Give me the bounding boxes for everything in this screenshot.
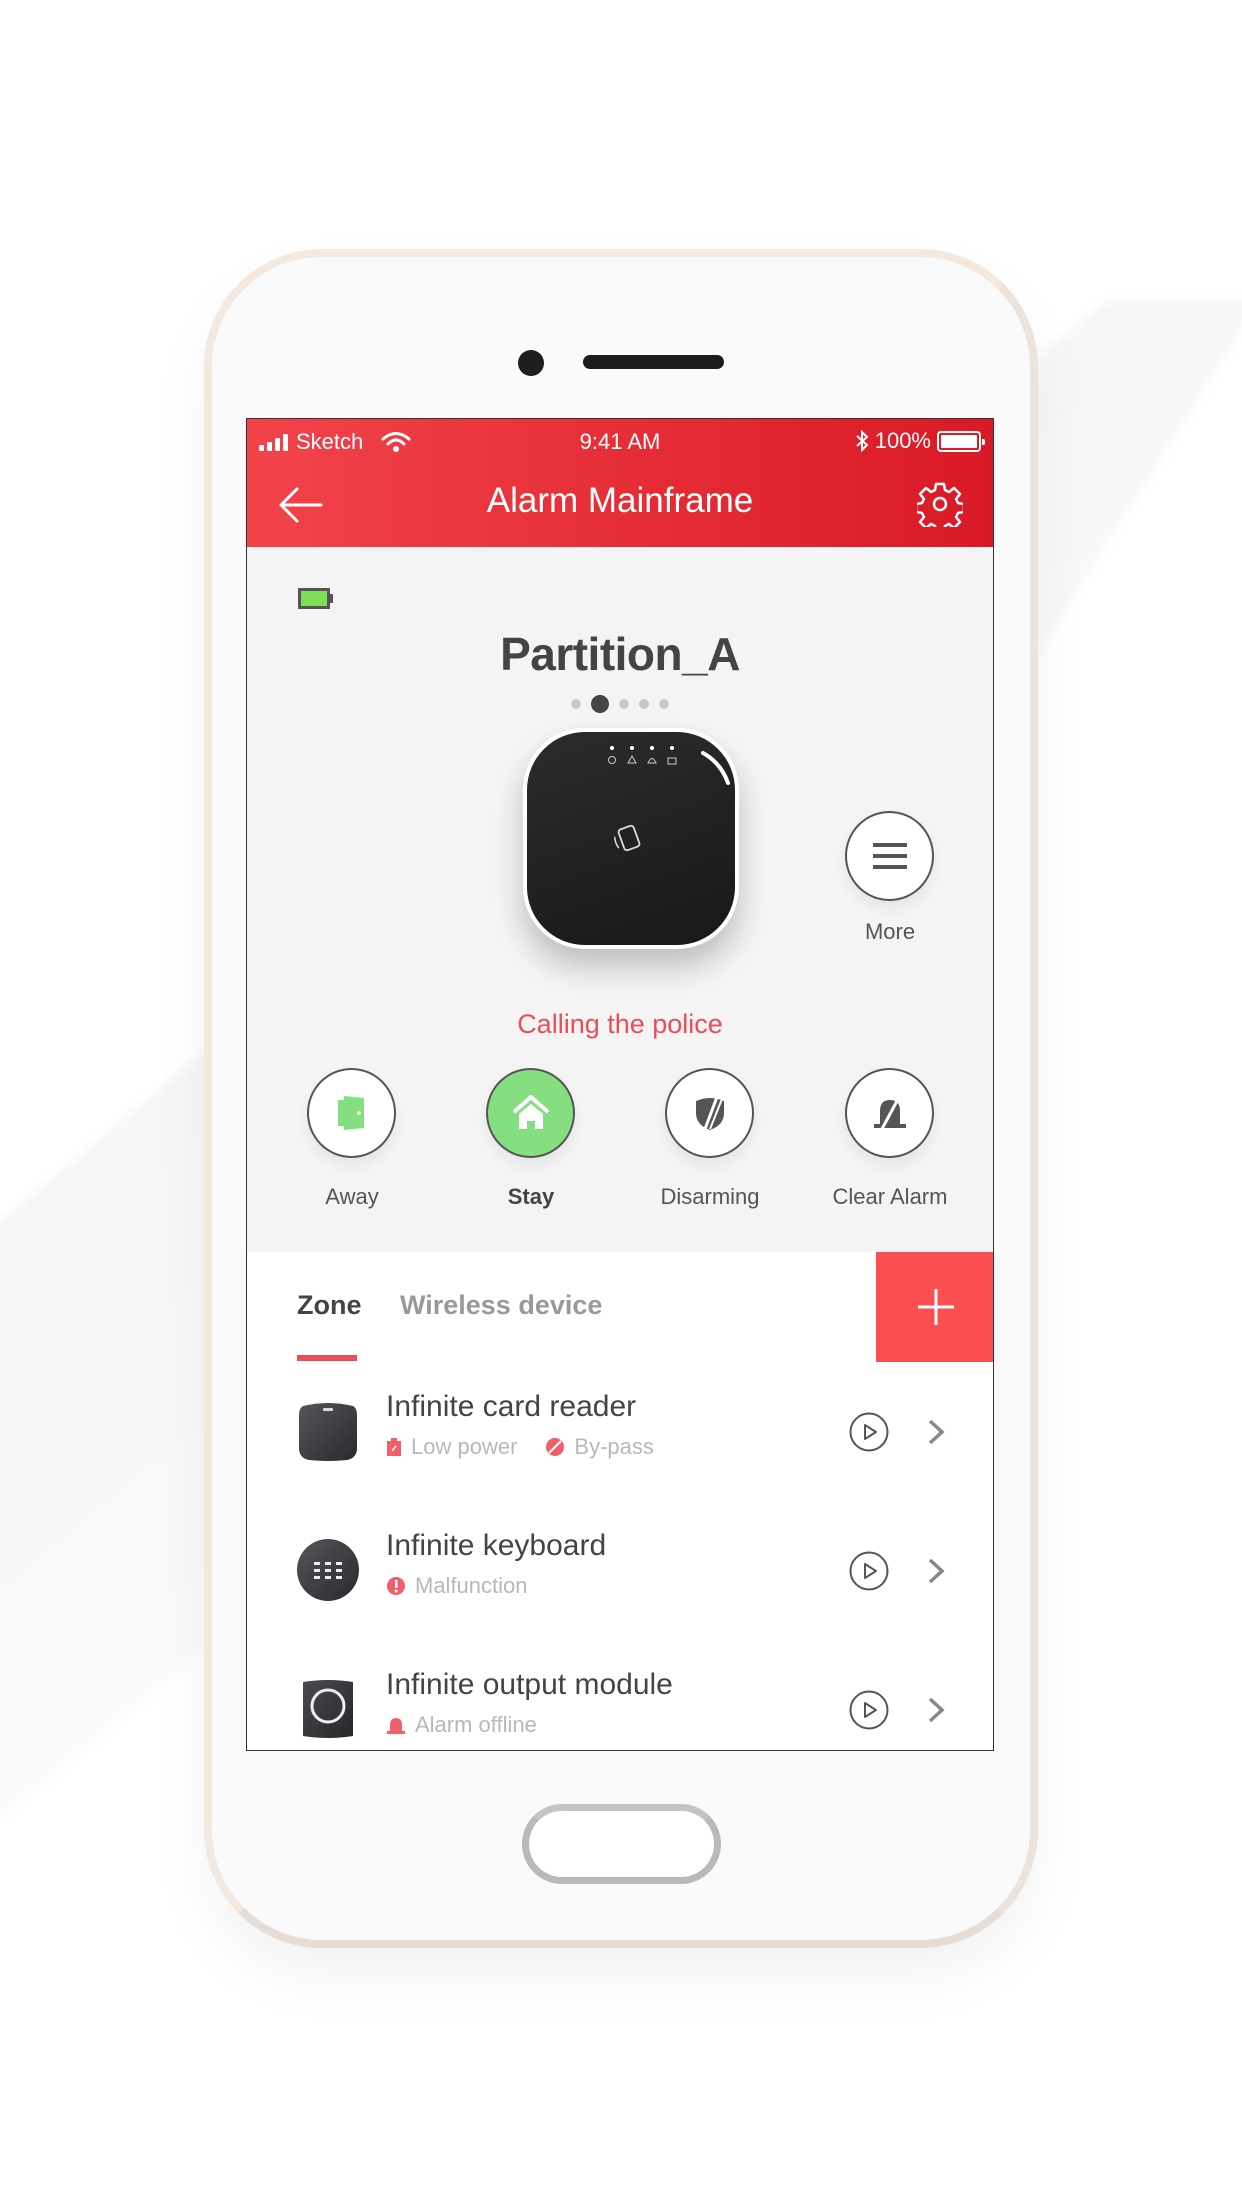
page-indicator[interactable] (247, 695, 993, 713)
tab-zone[interactable]: Zone (297, 1290, 362, 1321)
battery-icon (937, 430, 985, 452)
away-label: Away (325, 1184, 379, 1209)
card-reader-icon (299, 1403, 357, 1461)
page-dot[interactable] (619, 699, 629, 709)
stay-button[interactable] (486, 1068, 575, 1158)
device-name: Infinite keyboard (386, 1529, 607, 1562)
more-label: More (864, 919, 916, 944)
keyboard-icon (297, 1539, 359, 1601)
more-button[interactable] (845, 811, 934, 901)
page-dot[interactable] (571, 699, 581, 709)
bell-off-icon (873, 1098, 906, 1129)
device-name: Infinite output module (386, 1668, 673, 1701)
plus-icon (917, 1289, 954, 1325)
earpiece-speaker (583, 355, 724, 369)
battery-percent: 100% (874, 428, 931, 453)
chevron-right-icon[interactable] (927, 1696, 945, 1724)
alarm-hub-device (523, 728, 739, 949)
home-icon (512, 1095, 549, 1129)
bypass-icon (546, 1438, 565, 1456)
page-dot[interactable] (639, 699, 649, 709)
door-icon (337, 1096, 364, 1130)
hub-indicator-icons (608, 746, 730, 852)
partition-name: Partition_A (500, 628, 740, 680)
page-dot-active[interactable] (591, 695, 609, 713)
status-label: Alarm offline (415, 1712, 537, 1737)
front-camera (518, 350, 544, 376)
active-tab-indicator (297, 1355, 357, 1361)
shield-off-icon (695, 1096, 724, 1130)
low-battery-icon (387, 1438, 401, 1456)
page-title: Alarm Mainframe (486, 481, 754, 520)
siren-icon (387, 1718, 405, 1734)
output-module-icon (303, 1680, 353, 1738)
list-item[interactable]: Infinite output module Alarm offline (247, 1640, 993, 1750)
menu-icon (872, 843, 907, 869)
away-button[interactable] (307, 1068, 396, 1158)
alert-icon (387, 1577, 405, 1595)
status-label: Low power (411, 1434, 518, 1459)
clear-alarm-button[interactable] (845, 1068, 934, 1158)
alarm-status-message: Calling the police (517, 1009, 723, 1039)
battery-full-green-icon (298, 588, 333, 609)
play-icon[interactable] (849, 1551, 889, 1591)
chevron-right-icon[interactable] (927, 1557, 945, 1585)
disarming-button[interactable] (665, 1068, 754, 1158)
device-tabs: Zone Wireless device (247, 1252, 993, 1362)
disarming-label: Disarming (660, 1184, 760, 1209)
status-label: Malfunction (415, 1573, 528, 1598)
zone-list: Infinite card reader Low power By-pass I… (247, 1362, 993, 1750)
app-header: Sketch 9:41 AM 100% Alarm Mainframe (247, 419, 993, 547)
stay-label: Stay (507, 1184, 555, 1209)
gear-icon[interactable] (917, 481, 963, 527)
app-screen: Sketch 9:41 AM 100% Alarm Mainframe Part… (246, 418, 994, 1751)
bluetooth-icon (856, 430, 869, 452)
tab-wireless-device[interactable]: Wireless device (400, 1290, 602, 1321)
chevron-right-icon[interactable] (927, 1418, 945, 1446)
add-device-button[interactable] (876, 1252, 993, 1362)
play-icon[interactable] (849, 1412, 889, 1452)
status-label: By-pass (574, 1434, 654, 1459)
nfc-card-icon (613, 824, 641, 852)
home-button[interactable] (522, 1804, 721, 1884)
list-item[interactable]: Infinite card reader Low power By-pass (247, 1362, 993, 1501)
status-bar: Sketch 9:41 AM 100% (247, 419, 993, 465)
clear-alarm-label: Clear Alarm (832, 1184, 948, 1209)
page-dot[interactable] (659, 699, 669, 709)
device-name: Infinite card reader (386, 1390, 637, 1423)
list-item[interactable]: Infinite keyboard Malfunction (247, 1501, 993, 1640)
play-icon[interactable] (849, 1690, 889, 1730)
